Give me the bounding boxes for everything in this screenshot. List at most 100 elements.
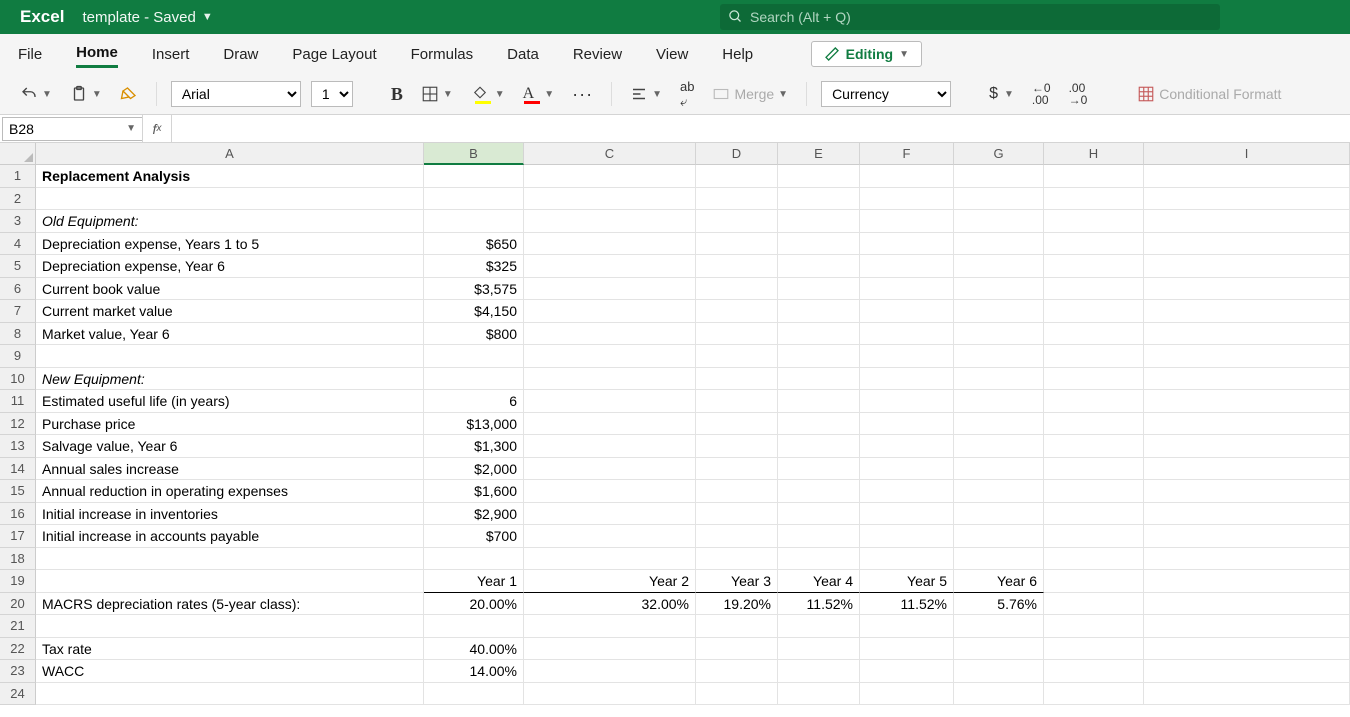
cell-B22[interactable]: 40.00%: [424, 638, 524, 661]
cell-H12[interactable]: [1044, 413, 1144, 436]
cell-D5[interactable]: [696, 255, 778, 278]
cell-B19[interactable]: Year 1: [424, 570, 524, 593]
cell-H17[interactable]: [1044, 525, 1144, 548]
cell-E2[interactable]: [778, 188, 860, 211]
cell-F21[interactable]: [860, 615, 954, 638]
cell-G21[interactable]: [954, 615, 1044, 638]
cell-A23[interactable]: WACC: [36, 660, 424, 683]
cell-C19[interactable]: Year 2: [524, 570, 696, 593]
cell-G11[interactable]: [954, 390, 1044, 413]
tab-help[interactable]: Help: [722, 42, 753, 67]
font-size-select[interactable]: 10: [311, 81, 353, 107]
conditional-format-button[interactable]: Conditional Formatt: [1133, 83, 1285, 105]
cell-D19[interactable]: Year 3: [696, 570, 778, 593]
cell-H8[interactable]: [1044, 323, 1144, 346]
cell-C2[interactable]: [524, 188, 696, 211]
row-header-7[interactable]: 7: [0, 300, 36, 323]
cell-I7[interactable]: [1144, 300, 1350, 323]
cell-G17[interactable]: [954, 525, 1044, 548]
cell-F19[interactable]: Year 5: [860, 570, 954, 593]
cell-C6[interactable]: [524, 278, 696, 301]
cell-F8[interactable]: [860, 323, 954, 346]
cell-G9[interactable]: [954, 345, 1044, 368]
cell-H15[interactable]: [1044, 480, 1144, 503]
cell-E14[interactable]: [778, 458, 860, 481]
cell-C9[interactable]: [524, 345, 696, 368]
document-name[interactable]: template - Saved: [82, 9, 195, 26]
cell-C20[interactable]: 32.00%: [524, 593, 696, 616]
cell-B3[interactable]: [424, 210, 524, 233]
cell-C18[interactable]: [524, 548, 696, 571]
cell-G5[interactable]: [954, 255, 1044, 278]
cell-C15[interactable]: [524, 480, 696, 503]
cell-G12[interactable]: [954, 413, 1044, 436]
cell-B18[interactable]: [424, 548, 524, 571]
cell-G14[interactable]: [954, 458, 1044, 481]
cell-E3[interactable]: [778, 210, 860, 233]
cell-C5[interactable]: [524, 255, 696, 278]
formula-input[interactable]: [172, 115, 1350, 142]
cell-F10[interactable]: [860, 368, 954, 391]
cell-G7[interactable]: [954, 300, 1044, 323]
cell-A3[interactable]: Old Equipment:: [36, 210, 424, 233]
row-header-10[interactable]: 10: [0, 368, 36, 391]
cell-B13[interactable]: $1,300: [424, 435, 524, 458]
cell-H16[interactable]: [1044, 503, 1144, 526]
cell-D10[interactable]: [696, 368, 778, 391]
cell-E1[interactable]: [778, 165, 860, 188]
clipboard-button[interactable]: ▼: [66, 83, 106, 105]
cell-C24[interactable]: [524, 683, 696, 706]
cell-A8[interactable]: Market value, Year 6: [36, 323, 424, 346]
align-button[interactable]: ▼: [626, 83, 666, 105]
cell-D20[interactable]: 19.20%: [696, 593, 778, 616]
cell-D7[interactable]: [696, 300, 778, 323]
cell-D8[interactable]: [696, 323, 778, 346]
row-header-8[interactable]: 8: [0, 323, 36, 346]
cell-A16[interactable]: Initial increase in inventories: [36, 503, 424, 526]
increase-decimal-button[interactable]: ←0.00: [1028, 80, 1055, 108]
cell-F24[interactable]: [860, 683, 954, 706]
format-painter-button[interactable]: [116, 83, 142, 105]
cell-A4[interactable]: Depreciation expense, Years 1 to 5: [36, 233, 424, 256]
row-header-19[interactable]: 19: [0, 570, 36, 593]
cell-F9[interactable]: [860, 345, 954, 368]
chevron-down-icon[interactable]: ▼: [202, 11, 213, 23]
tab-draw[interactable]: Draw: [223, 42, 258, 67]
cell-H20[interactable]: [1044, 593, 1144, 616]
cell-E22[interactable]: [778, 638, 860, 661]
cell-I17[interactable]: [1144, 525, 1350, 548]
cell-C16[interactable]: [524, 503, 696, 526]
tab-formulas[interactable]: Formulas: [411, 42, 474, 67]
cell-I11[interactable]: [1144, 390, 1350, 413]
cell-A9[interactable]: [36, 345, 424, 368]
row-header-2[interactable]: 2: [0, 188, 36, 211]
undo-button[interactable]: ▼: [16, 83, 56, 105]
cell-E10[interactable]: [778, 368, 860, 391]
cell-G22[interactable]: [954, 638, 1044, 661]
cell-D3[interactable]: [696, 210, 778, 233]
cell-A21[interactable]: [36, 615, 424, 638]
cell-E7[interactable]: [778, 300, 860, 323]
cell-A11[interactable]: Estimated useful life (in years): [36, 390, 424, 413]
tab-data[interactable]: Data: [507, 42, 539, 67]
cell-C12[interactable]: [524, 413, 696, 436]
cell-G10[interactable]: [954, 368, 1044, 391]
cell-I19[interactable]: [1144, 570, 1350, 593]
row-header-1[interactable]: 1: [0, 165, 36, 188]
cell-H18[interactable]: [1044, 548, 1144, 571]
row-header-24[interactable]: 24: [0, 683, 36, 706]
cell-A12[interactable]: Purchase price: [36, 413, 424, 436]
cell-C3[interactable]: [524, 210, 696, 233]
cell-D23[interactable]: [696, 660, 778, 683]
cell-C10[interactable]: [524, 368, 696, 391]
col-header-H[interactable]: H: [1044, 143, 1144, 165]
row-header-14[interactable]: 14: [0, 458, 36, 481]
col-header-G[interactable]: G: [954, 143, 1044, 165]
cell-I9[interactable]: [1144, 345, 1350, 368]
row-header-9[interactable]: 9: [0, 345, 36, 368]
cell-E13[interactable]: [778, 435, 860, 458]
cells-area[interactable]: Replacement AnalysisOld Equipment:Deprec…: [36, 165, 1350, 705]
cell-G1[interactable]: [954, 165, 1044, 188]
cell-F3[interactable]: [860, 210, 954, 233]
cell-A20[interactable]: MACRS depreciation rates (5-year class):: [36, 593, 424, 616]
